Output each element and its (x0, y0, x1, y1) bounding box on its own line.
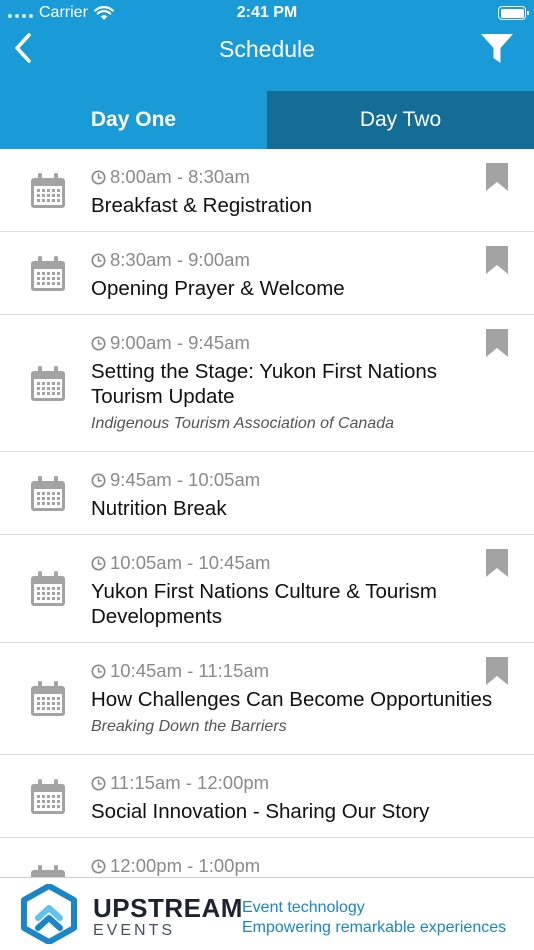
session-time: 12:00pm - 1:00pm (91, 854, 504, 877)
session-time-text: 10:05am - 10:45am (110, 552, 271, 573)
tab-day-one[interactable]: Day One (0, 91, 267, 149)
calendar-icon (29, 680, 67, 718)
session-time-text: 12:00pm - 1:00pm (110, 855, 261, 876)
session-details: 11:15am - 12:00pm Social Innovation - Sha… (91, 771, 504, 824)
session-details: 8:00am - 8:30am Breakfast & Registration (91, 165, 504, 218)
upstream-logo-icon (21, 884, 77, 944)
clock-icon (91, 472, 106, 488)
session-details: 10:05am - 10:45am Yukon First Nations Cul… (91, 551, 504, 629)
calendar-icon (29, 864, 67, 877)
bookmark-icon[interactable] (486, 329, 508, 357)
session-title: Setting the Stage: Yukon First Nations T… (91, 360, 438, 408)
tagline-2: Empowering remarkable experiences (242, 919, 507, 936)
session-time-text: 9:00am - 9:45am (110, 332, 250, 353)
session-row[interactable]: 12:00pm - 1:00pm (0, 838, 534, 877)
session-title: Breakfast & Registration (91, 194, 313, 217)
session-row[interactable]: 10:45am - 11:15am How Challenges Can Beco… (0, 643, 534, 755)
brand-name: UPSTREAM (93, 893, 243, 923)
bookmark-icon[interactable] (486, 657, 508, 685)
session-row[interactable]: 9:45am - 10:05am Nutrition Break (0, 452, 534, 535)
clock-icon (91, 663, 106, 679)
session-row[interactable]: 8:30am - 9:00am Opening Prayer & Welcome (0, 232, 534, 315)
clock-icon (91, 858, 106, 874)
calendar-icon (29, 172, 67, 210)
bookmark-icon[interactable] (486, 163, 508, 191)
session-time: 8:00am - 8:30am (91, 165, 504, 189)
session-title: Yukon First Nations Culture & Tourism De… (91, 580, 437, 628)
day-tabs: Day One Day Two (0, 91, 534, 149)
session-time-text: 8:30am - 9:00am (110, 249, 250, 270)
funnel-icon (481, 34, 513, 63)
session-time: 10:45am - 11:15am (91, 659, 504, 683)
session-time: 10:05am - 10:45am (91, 551, 504, 575)
page-title: Schedule (219, 36, 315, 62)
sponsor-banner[interactable]: UPSTREAM EVENTS Event technology Empower… (0, 877, 534, 950)
clock-icon (91, 335, 106, 351)
battery-icon (498, 6, 529, 20)
session-time: 8:30am - 9:00am (91, 248, 504, 272)
session-time-text: 11:15am - 12:00pm (110, 772, 270, 793)
session-details: 9:00am - 9:45am Setting the Stage: Yukon … (91, 331, 504, 435)
calendar-icon (29, 365, 67, 403)
filter-button[interactable] (478, 30, 516, 68)
session-title: Nutrition Break (91, 497, 227, 520)
clock-icon (91, 252, 106, 268)
session-time-text: 8:00am - 8:30am (110, 166, 250, 187)
status-time: 2:41 PM (236, 4, 298, 21)
session-row[interactable]: 8:00am - 8:30am Breakfast & Registration (0, 149, 534, 232)
session-details: 10:45am - 11:15am How Challenges Can Beco… (91, 659, 504, 738)
calendar-icon (29, 255, 67, 293)
bookmark-icon[interactable] (486, 549, 508, 577)
clock-icon (91, 775, 106, 791)
calendar-icon (29, 570, 67, 608)
session-time-text: 9:45am - 10:05am (110, 469, 261, 490)
tab-day-two[interactable]: Day Two (267, 91, 534, 149)
session-time: 11:15am - 12:00pm (91, 771, 504, 795)
session-time-text: 10:45am - 11:15am (110, 660, 270, 681)
clock-icon (91, 555, 106, 571)
session-row[interactable]: 9:00am - 9:45am Setting the Stage: Yukon … (0, 315, 534, 452)
status-bar: Carrier 2:41 PM (0, 0, 534, 26)
session-title: Social Innovation - Sharing Our Story (91, 800, 430, 823)
session-details: 12:00pm - 1:00pm (91, 854, 504, 877)
session-details: 9:45am - 10:05am Nutrition Break (91, 468, 504, 521)
session-subtitle: Breaking Down the Barriers (91, 718, 287, 735)
tagline-1: Event technology (242, 899, 365, 916)
session-time: 9:45am - 10:05am (91, 468, 504, 492)
clock-icon (91, 169, 106, 185)
brand-subtitle: EVENTS (93, 922, 176, 939)
session-row[interactable]: 11:15am - 12:00pm Social Innovation - Sha… (0, 755, 534, 838)
session-row[interactable]: 10:05am - 10:45am Yukon First Nations Cul… (0, 535, 534, 643)
session-list: 8:00am - 8:30am Breakfast & Registration 8… (0, 149, 534, 877)
session-title: Opening Prayer & Welcome (91, 277, 345, 300)
session-title: How Challenges Can Become Opportunities (91, 688, 493, 711)
session-subtitle: Indigenous Tourism Association of Canada (91, 415, 394, 432)
calendar-icon (29, 778, 67, 816)
session-details: 8:30am - 9:00am Opening Prayer & Welcome (91, 248, 504, 301)
calendar-icon (29, 475, 67, 513)
app-header: Carrier 2:41 PM Schedule Day One Day Two (0, 0, 534, 149)
bookmark-icon[interactable] (486, 246, 508, 274)
session-time: 9:00am - 9:45am (91, 331, 504, 355)
